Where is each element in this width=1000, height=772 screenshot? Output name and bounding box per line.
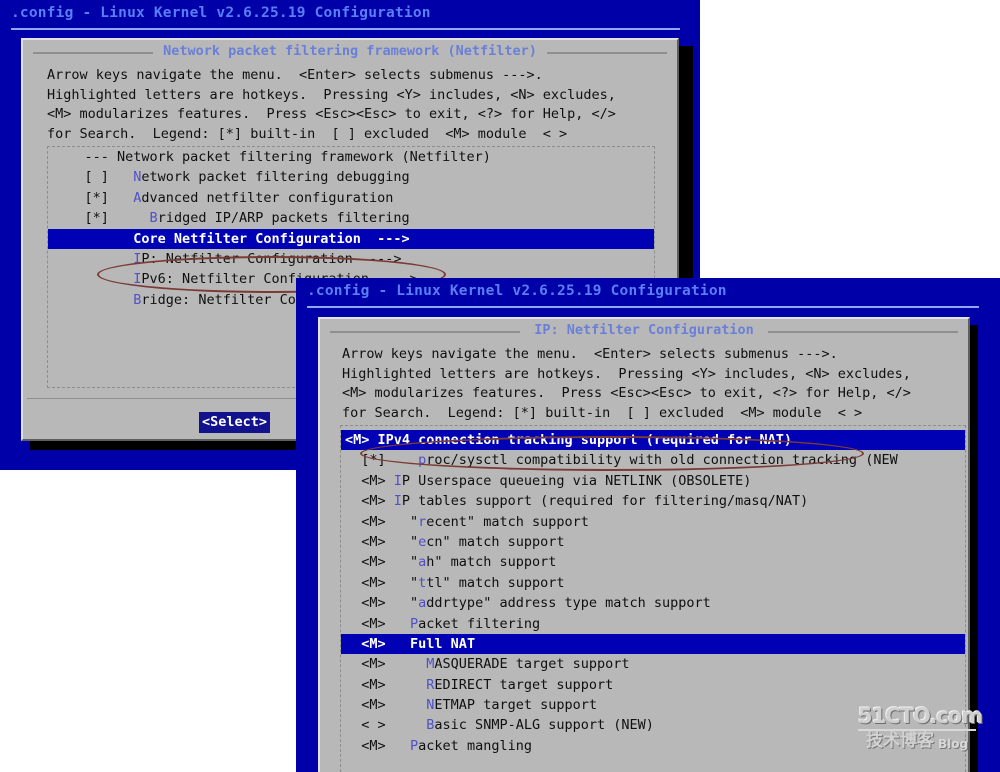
menu-row-prefix: <M>: [345, 697, 427, 714]
menu-row[interactable]: <M> Full NAT: [341, 633, 965, 655]
menu-row-hotkey: I: [393, 493, 402, 510]
menu-row[interactable]: <M> "ecn" match support: [341, 532, 965, 552]
menu-row[interactable]: <M> REDIRECT target support: [341, 675, 965, 695]
menu-row-label: ore Netfilter Configuration --->: [141, 230, 410, 247]
menu-row[interactable]: <M> MASQUERADE target support: [341, 654, 965, 674]
menu-row[interactable]: <M> "recent" match support: [341, 512, 965, 532]
menu-row-label: > IPv4 connection tracking support (requ…: [361, 432, 793, 448]
menu-row[interactable]: [ ] Network packet filtering debugging: [48, 167, 654, 187]
menu-row-prefix: ---: [52, 149, 118, 165]
menu-row[interactable]: <M> "addrtype" address type match suppor…: [341, 593, 965, 613]
window2-titlebar: .config - Linux Kernel v2.6.25.19 Config…: [307, 283, 727, 299]
menu-row-label: ecent" match support: [426, 513, 589, 530]
menu-row[interactable]: <M> "ah" match support: [341, 552, 965, 572]
watermark-line3: Blog: [937, 737, 969, 751]
menu-row-label: h" match support: [426, 554, 557, 571]
screenshot-root: .config - Linux Kernel v2.6.25.19 Config…: [0, 0, 1000, 772]
menu-row-label: tl" match support: [426, 574, 565, 591]
menu-row[interactable]: Core Netfilter Configuration --->: [48, 228, 654, 249]
menu-row-prefix: < >: [345, 717, 427, 734]
menu-row[interactable]: --- Network packet filtering framework (…: [48, 147, 654, 167]
window1-titlebar: .config - Linux Kernel v2.6.25.19 Config…: [11, 5, 431, 21]
watermark-line1: 51CTO.com: [858, 704, 983, 728]
menu-row-prefix: <M>: [345, 737, 411, 754]
menu-row-prefix: [*]: [52, 189, 134, 206]
menu-row-label: ridged IP/ARP packets filtering: [157, 210, 410, 227]
menu-row-label: ASQUERADE target support: [434, 656, 630, 673]
menu-row-prefix: <M>: [345, 493, 394, 510]
window1-dialog-title: Network packet filtering framework (Netf…: [163, 43, 537, 59]
window2-dialog-title: IP: Netfilter Configuration: [534, 322, 754, 338]
menu-row-label: EDIRECT target support: [434, 676, 614, 693]
menu-row-prefix: <M>: [345, 676, 427, 693]
menu-row-prefix: <M>: [345, 635, 411, 652]
menu-row-label: acket filtering: [418, 615, 541, 632]
menu-row-prefix: <M> ": [345, 554, 419, 571]
watermark-line2: 技术博客: [865, 731, 934, 751]
menu-row-prefix: <M>: [345, 615, 411, 632]
window2-title-rule: [307, 306, 979, 308]
menu-row-prefix: [52, 292, 133, 308]
menu-row-label: ull NAT: [418, 635, 476, 652]
menu-row-prefix: <M>: [345, 656, 427, 673]
menu-row-prefix: <M> ": [345, 595, 419, 612]
menu-row-hotkey: P: [410, 615, 419, 632]
menu-row-prefix: <M> ": [345, 533, 419, 550]
menu-row-prefix: [52, 231, 133, 247]
menu-row-label: ETMAP target support: [434, 697, 597, 714]
menu-row-label: acket mangling: [418, 737, 532, 754]
menu-row-prefix: <M>: [345, 472, 394, 489]
window2-help-text: Arrow keys navigate the menu. <Enter> se…: [342, 346, 911, 421]
menu-row-label: P: Netfilter Configuration --->: [141, 250, 402, 267]
menu-row-label: roc/sysctl compatibility with old connec…: [426, 452, 898, 469]
menu-row[interactable]: [*] Advanced netfilter configuration: [48, 188, 654, 208]
menu-row-label: dvanced netfilter configuration: [141, 189, 394, 206]
menu-row[interactable]: IP: Netfilter Configuration --->: [48, 249, 654, 269]
menu-row-prefix: [52, 271, 133, 287]
menu-row-hotkey: I: [393, 472, 402, 489]
menu-row-prefix: <M> ": [345, 513, 419, 530]
menu-row-label: etwork packet filtering debugging: [141, 169, 410, 186]
menu-row[interactable]: [*] proc/sysctl compatibility with old c…: [341, 450, 965, 470]
menu-row[interactable]: <M> IP tables support (required for filt…: [341, 491, 965, 511]
menu-row-label: cn" match support: [426, 533, 565, 550]
menu-row[interactable]: [*] Bridged IP/ARP packets filtering: [48, 208, 654, 228]
menu-row[interactable]: <M> IPv4 connection tracking support (re…: [341, 430, 965, 451]
window1-help-text: Arrow keys navigate the menu. <Enter> se…: [47, 67, 616, 142]
menu-row-label: Network packet filtering framework (Netf…: [117, 149, 491, 165]
menu-row-label: P tables support (required for filtering…: [401, 493, 809, 510]
menu-row-label: asic SNMP-ALG support (NEW): [434, 717, 654, 734]
menu-row-hotkey: P: [410, 737, 419, 754]
menu-row-prefix: [*]: [52, 210, 150, 227]
menu-row-prefix: [ ]: [52, 169, 134, 186]
menu-row[interactable]: <M> Packet filtering: [341, 614, 965, 634]
menu-row-prefix: <M> ": [345, 574, 419, 591]
window1-title-rule: [11, 28, 680, 30]
menu-row-prefix: <: [345, 432, 354, 448]
menu-row-prefix: [*]: [345, 452, 419, 469]
menu-row-label: P Userspace queueing via NETLINK (OBSOLE…: [401, 472, 752, 489]
menu-row-hotkey: B: [149, 210, 158, 227]
watermark-51cto: 51CTO.com 技术博客 Blog: [858, 704, 983, 751]
menuconfig-window-ip-netfilter[interactable]: .config - Linux Kernel v2.6.25.19 Config…: [296, 278, 1000, 772]
select-button[interactable]: <Select>: [199, 412, 271, 433]
menu-row-hotkey: F: [410, 635, 419, 652]
menu-row-label: ddrtype" address type match support: [426, 595, 711, 612]
menu-row-prefix: [52, 251, 133, 267]
menu-row[interactable]: <M> IP Userspace queueing via NETLINK (O…: [341, 471, 965, 491]
menu-row[interactable]: <M> "ttl" match support: [341, 573, 965, 593]
